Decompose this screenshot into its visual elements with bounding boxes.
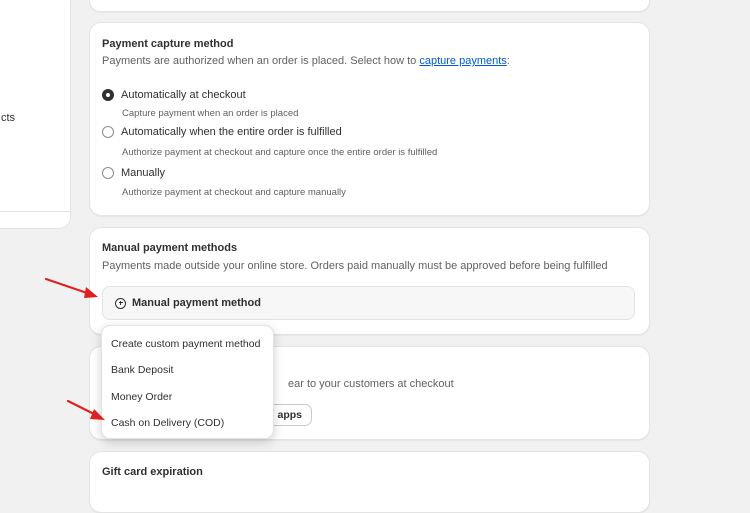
additional-payment-description: ear to your customers at checkout: [288, 378, 454, 390]
gift-card-title: Gift card expiration: [102, 466, 203, 478]
annotation-arrow-icon: [66, 399, 105, 420]
radio-label: Automatically at checkout: [121, 89, 246, 101]
manual-payment-dropdown: Create custom payment method Bank Deposi…: [101, 325, 274, 439]
radio-option-automatic-checkout[interactable]: Automatically at checkout: [102, 89, 246, 101]
plus-circle-icon: [115, 297, 126, 309]
radio-help-text: Authorize payment at checkout and captur…: [122, 147, 438, 158]
payment-capture-title: Payment capture method: [102, 38, 234, 50]
manual-payment-title: Manual payment methods: [102, 242, 238, 254]
radio-selected-icon[interactable]: [102, 89, 114, 101]
manual-payment-method-button[interactable]: Manual payment method: [102, 286, 635, 320]
radio-unselected-icon[interactable]: [102, 126, 114, 138]
radio-option-manually[interactable]: Manually: [102, 167, 165, 179]
radio-help-text: Authorize payment at checkout and captur…: [122, 187, 346, 198]
sidebar-item-label[interactable]: cts: [1, 112, 15, 124]
sidebar-divider: [0, 211, 70, 212]
dropdown-item-money-order[interactable]: Money Order: [102, 384, 273, 410]
annotation-arrow-icon: [44, 277, 98, 298]
payment-capture-card: Payment capture method Payments are auth…: [89, 22, 650, 216]
radio-help-text: Capture payment when an order is placed: [122, 108, 299, 119]
radio-label: Manually: [121, 167, 166, 179]
description-text: Payments are authorized when an order is…: [102, 55, 420, 67]
manual-payment-methods-card: Manual payment methods Payments made out…: [89, 227, 650, 335]
settings-sidebar-panel: cts: [0, 0, 71, 229]
manual-payment-description: Payments made outside your online store.…: [102, 260, 608, 272]
radio-unselected-icon[interactable]: [102, 167, 114, 179]
gift-card-expiration-card: Gift card expiration: [89, 451, 650, 513]
capture-payments-link[interactable]: capture payments: [419, 55, 506, 67]
payment-capture-description: Payments are authorized when an order is…: [102, 55, 510, 67]
previous-section-card: [89, 0, 650, 12]
dropdown-item-cash-on-delivery[interactable]: Cash on Delivery (COD): [102, 410, 273, 436]
radio-option-automatic-fulfilled[interactable]: Automatically when the entire order is f…: [102, 126, 342, 138]
description-suffix: :: [506, 55, 510, 67]
dropdown-item-bank-deposit[interactable]: Bank Deposit: [102, 357, 273, 383]
radio-label: Automatically when the entire order is f…: [121, 126, 342, 138]
manual-payment-button-label: Manual payment method: [132, 297, 261, 309]
dropdown-item-custom-method[interactable]: Create custom payment method: [102, 331, 273, 357]
